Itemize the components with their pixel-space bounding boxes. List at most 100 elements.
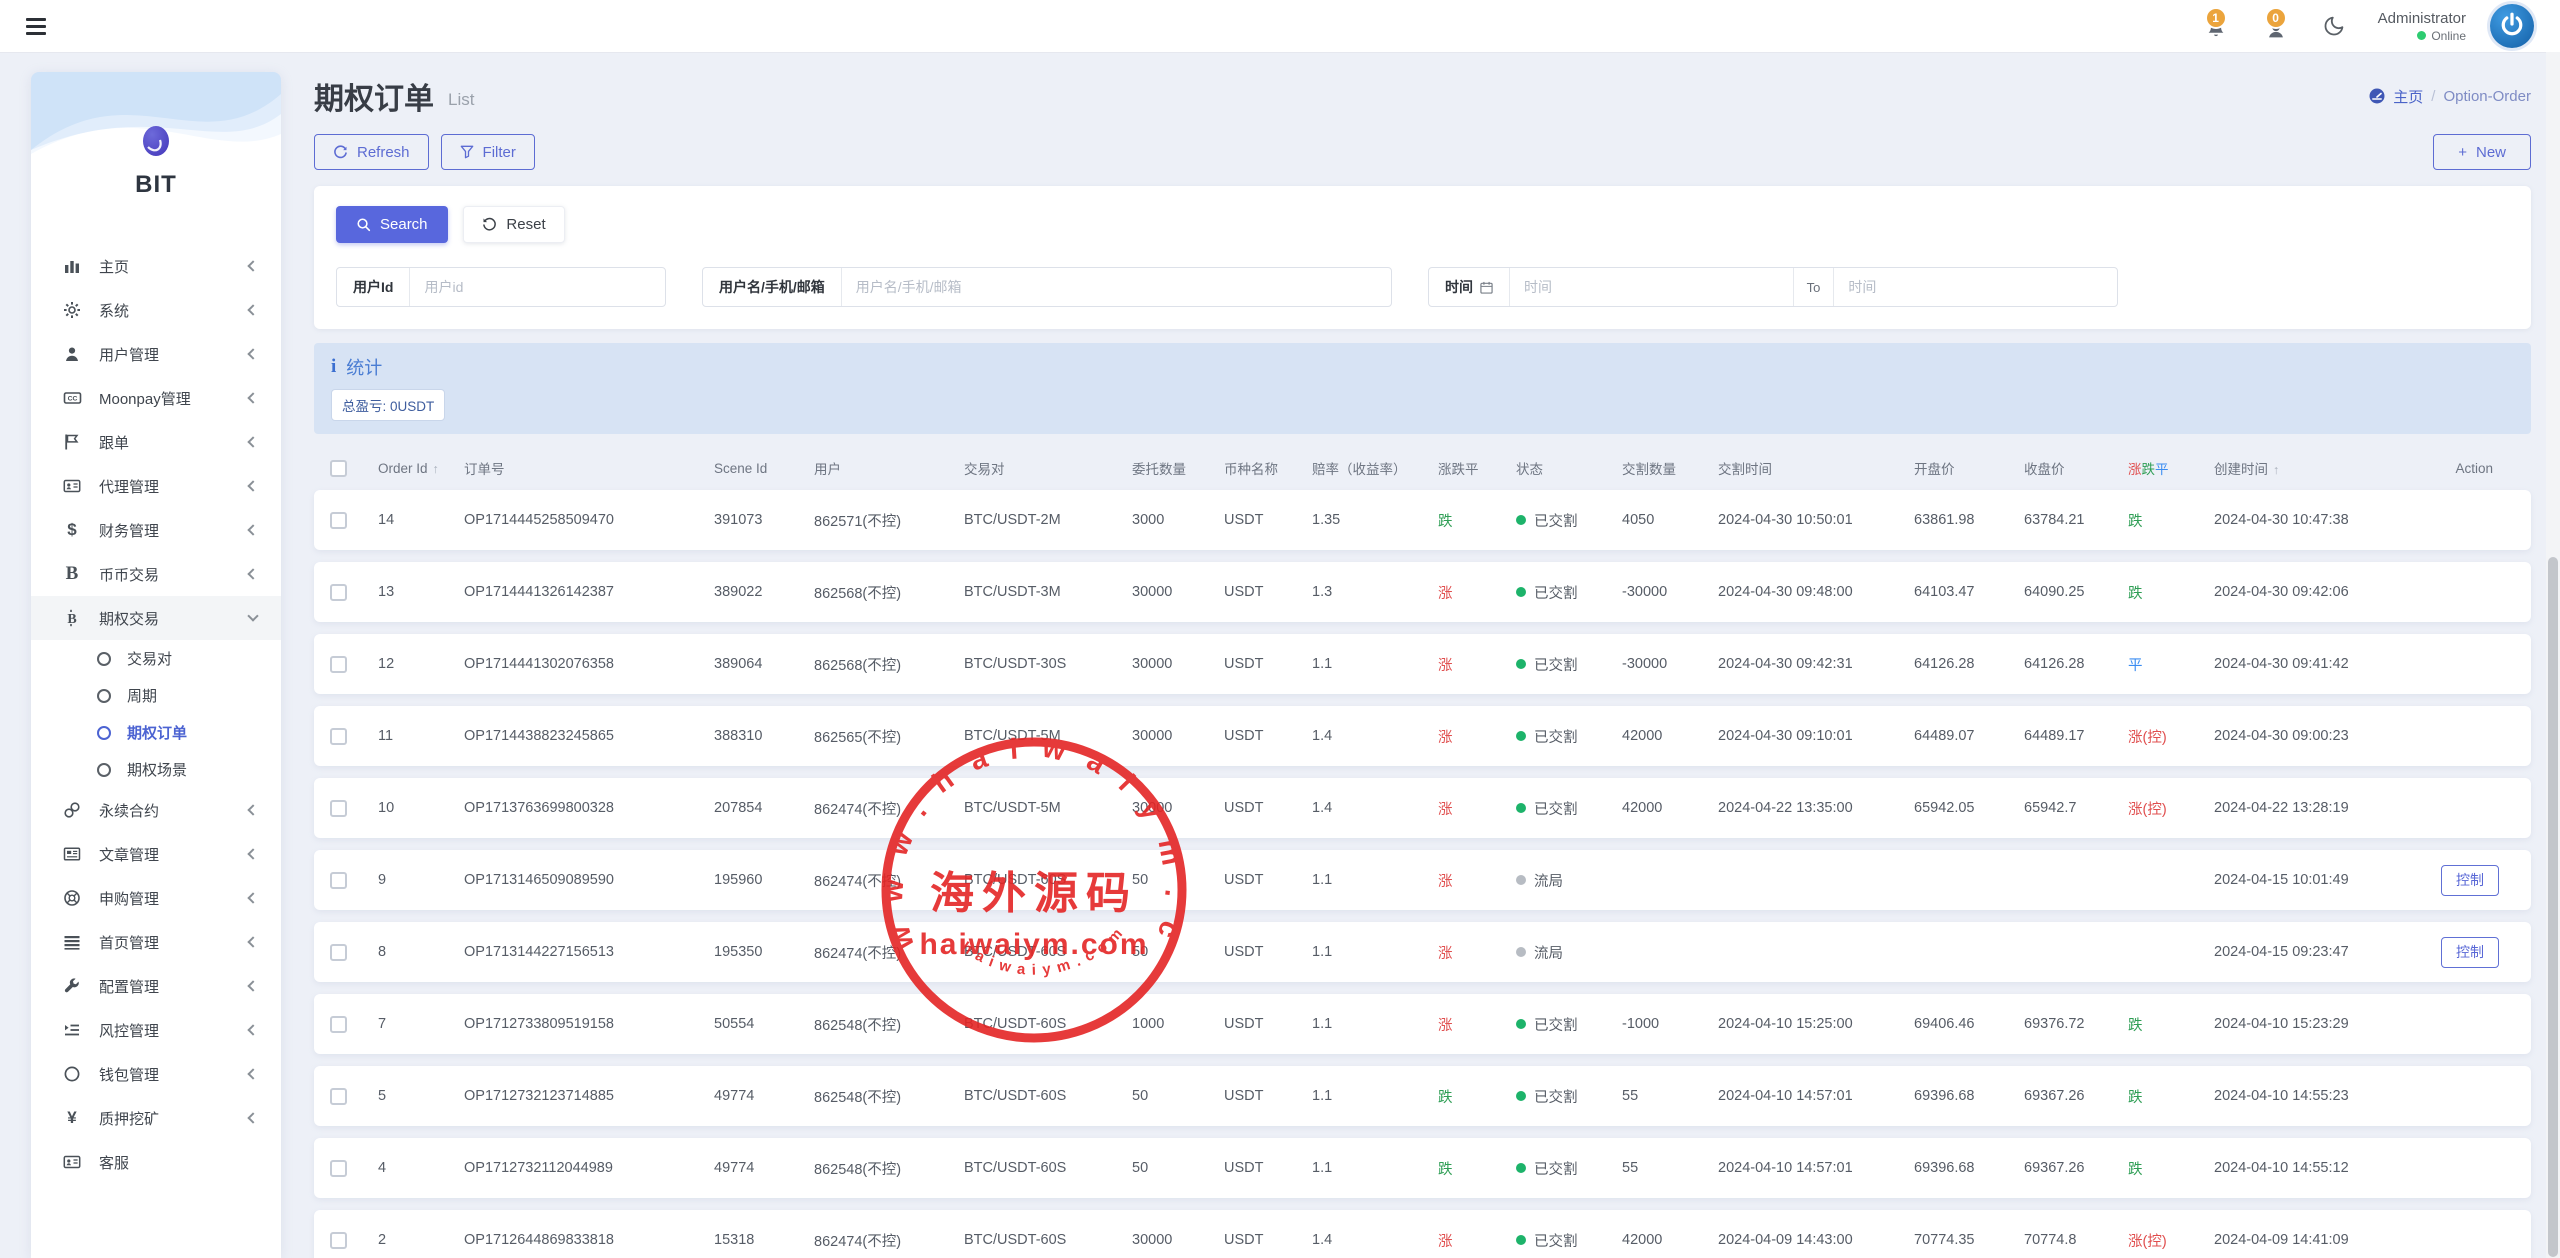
sidebar-item-10[interactable]: 永续合约 bbox=[31, 788, 281, 832]
radio-circle-icon bbox=[97, 726, 111, 740]
row-checkbox[interactable] bbox=[330, 1016, 347, 1033]
select-all-checkbox[interactable] bbox=[330, 460, 347, 477]
sidebar-item-14[interactable]: 配置管理 bbox=[31, 964, 281, 1008]
table-row-order-8: 8OP1713144227156513195350862474(不控)BTC/U… bbox=[314, 922, 2531, 982]
submenu-label: 期权订单 bbox=[127, 722, 187, 743]
pair-cell: BTC/USDT-60S bbox=[964, 944, 1132, 960]
user-icon bbox=[61, 345, 83, 363]
sidebar-item-15[interactable]: 风控管理 bbox=[31, 1008, 281, 1052]
sidebar-subitem-期权场景[interactable]: 期权场景 bbox=[31, 751, 281, 788]
sidebar-item-5[interactable]: 跟单 bbox=[31, 420, 281, 464]
row-checkbox[interactable] bbox=[330, 872, 347, 889]
user-cell: 862474(不控) bbox=[814, 870, 964, 891]
column-header-2: 订单号 bbox=[464, 458, 714, 478]
dark-mode-toggle[interactable] bbox=[2322, 14, 2346, 38]
refresh-button[interactable]: Refresh bbox=[314, 134, 429, 170]
column-header-12: 交割时间 bbox=[1718, 458, 1914, 478]
filter-button[interactable]: Filter bbox=[441, 134, 535, 170]
notification-bell-icon[interactable]: 1 bbox=[2202, 11, 2230, 41]
sidebar-item-12[interactable]: 申购管理 bbox=[31, 876, 281, 920]
time-range-field: 时间 To bbox=[1428, 267, 2118, 307]
sidebar-item-8[interactable]: B币币交易 bbox=[31, 552, 281, 596]
sidebar-subitem-交易对[interactable]: 交易对 bbox=[31, 640, 281, 677]
sidebar-item-9[interactable]: B期权交易 bbox=[31, 596, 281, 640]
chevron-left-icon bbox=[247, 436, 258, 447]
status-dot bbox=[1516, 1019, 1526, 1029]
yen-icon: ¥ bbox=[61, 1108, 83, 1128]
sidebar-item-2[interactable]: 系统 bbox=[31, 288, 281, 332]
sidebar-item-label: 跟单 bbox=[99, 432, 249, 453]
sidebar-item-13[interactable]: 首页管理 bbox=[31, 920, 281, 964]
amount-cell: 30000 bbox=[1132, 584, 1224, 600]
row-checkbox[interactable] bbox=[330, 512, 347, 529]
new-button[interactable]: + New bbox=[2433, 134, 2531, 170]
amount-cell: 50 bbox=[1132, 944, 1224, 960]
user-cell: 862548(不控) bbox=[814, 1014, 964, 1035]
time-from-input[interactable] bbox=[1510, 279, 1793, 295]
sidebar-item-label: 首页管理 bbox=[99, 932, 249, 953]
wrench-icon bbox=[61, 977, 83, 995]
time-to-input[interactable] bbox=[1834, 279, 2117, 295]
delivery-time-cell: 2024-04-22 13:35:00 bbox=[1718, 800, 1914, 816]
sidebar-item-17[interactable]: ¥质押挖矿 bbox=[31, 1096, 281, 1140]
sidebar-item-label: 用户管理 bbox=[99, 344, 249, 365]
user-name-input[interactable] bbox=[842, 279, 1391, 295]
user-notification-icon[interactable]: 0 bbox=[2262, 11, 2290, 41]
direction-cell: 涨 bbox=[1438, 654, 1516, 675]
row-checkbox[interactable] bbox=[330, 728, 347, 745]
sidebar-item-4[interactable]: CCMoonpay管理 bbox=[31, 376, 281, 420]
sidebar-subitem-周期[interactable]: 周期 bbox=[31, 677, 281, 714]
row-checkbox[interactable] bbox=[330, 1160, 347, 1177]
user-cell: 862474(不控) bbox=[814, 1230, 964, 1251]
hamburger-menu-icon[interactable] bbox=[26, 18, 46, 35]
user-menu[interactable]: Administrator Online bbox=[2378, 10, 2466, 43]
breadcrumb-home-link[interactable]: 主页 bbox=[2368, 86, 2423, 107]
page-subtitle: List bbox=[448, 90, 474, 110]
row-checkbox[interactable] bbox=[330, 584, 347, 601]
reset-button[interactable]: Reset bbox=[463, 206, 564, 243]
sidebar: BIT 主页系统用户管理CCMoonpay管理跟单代理管理$财务管理B币币交易B… bbox=[31, 72, 281, 1258]
scrollbar-thumb[interactable] bbox=[2548, 557, 2558, 1257]
control-button[interactable]: 控制 bbox=[2441, 865, 2499, 896]
row-checkbox[interactable] bbox=[330, 1088, 347, 1105]
user-cell: 862565(不控) bbox=[814, 726, 964, 747]
sidebar-item-7[interactable]: $财务管理 bbox=[31, 508, 281, 552]
avatar[interactable] bbox=[2490, 4, 2534, 48]
control-button[interactable]: 控制 bbox=[2441, 937, 2499, 968]
order-no-cell: OP1714441302076358 bbox=[464, 656, 714, 672]
column-header-16[interactable]: 创建时间↑ bbox=[2214, 458, 2426, 478]
row-checkbox[interactable] bbox=[330, 944, 347, 961]
submenu-label: 周期 bbox=[127, 685, 157, 706]
sidebar-item-18[interactable]: 客服 bbox=[31, 1140, 281, 1184]
status-cell: 已交割 bbox=[1516, 582, 1622, 603]
sidebar-menu: 主页系统用户管理 CCMoonpay管理跟单代理管理 $财务管理B币币交易B期权交易… bbox=[31, 240, 281, 1184]
column-header-1[interactable]: Order Id↑ bbox=[378, 461, 464, 476]
order-id-cell: 13 bbox=[378, 584, 464, 600]
sidebar-item-11[interactable]: 文章管理 bbox=[31, 832, 281, 876]
order-no-cell: OP1713146509089590 bbox=[464, 872, 714, 888]
table-row-order-2: 2OP171264486983381815318862474(不控)BTC/US… bbox=[314, 1210, 2531, 1258]
coin-cell: USDT bbox=[1224, 656, 1312, 672]
created-time-cell: 2024-04-22 13:28:19 bbox=[2214, 800, 2426, 816]
bigb-icon: B bbox=[61, 563, 83, 585]
row-checkbox[interactable] bbox=[330, 656, 347, 673]
action-cell: 控制 bbox=[2426, 865, 2515, 896]
row-checkbox[interactable] bbox=[330, 800, 347, 817]
search-button[interactable]: Search bbox=[336, 206, 448, 243]
amount-cell: 1000 bbox=[1132, 1016, 1224, 1032]
status-dot bbox=[1516, 587, 1526, 597]
user-id-input[interactable] bbox=[410, 279, 665, 295]
sidebar-item-label: 代理管理 bbox=[99, 476, 249, 497]
delivery-qty-cell: 42000 bbox=[1622, 800, 1718, 816]
sidebar-item-6[interactable]: 代理管理 bbox=[31, 464, 281, 508]
sidebar-item-16[interactable]: 钱包管理 bbox=[31, 1052, 281, 1096]
rate-cell: 1.3 bbox=[1312, 584, 1438, 600]
sidebar-item-3[interactable]: 用户管理 bbox=[31, 332, 281, 376]
row-checkbox[interactable] bbox=[330, 1232, 347, 1249]
open-price-cell: 64126.28 bbox=[1914, 656, 2024, 672]
user-id-field: 用户Id bbox=[336, 267, 666, 307]
sidebar-subitem-期权订单[interactable]: 期权订单 bbox=[31, 714, 281, 751]
sidebar-item-1[interactable]: 主页 bbox=[31, 244, 281, 288]
topbar: 1 0 Administrator Online bbox=[0, 0, 2560, 52]
column-header-17: Action bbox=[2426, 461, 2515, 476]
